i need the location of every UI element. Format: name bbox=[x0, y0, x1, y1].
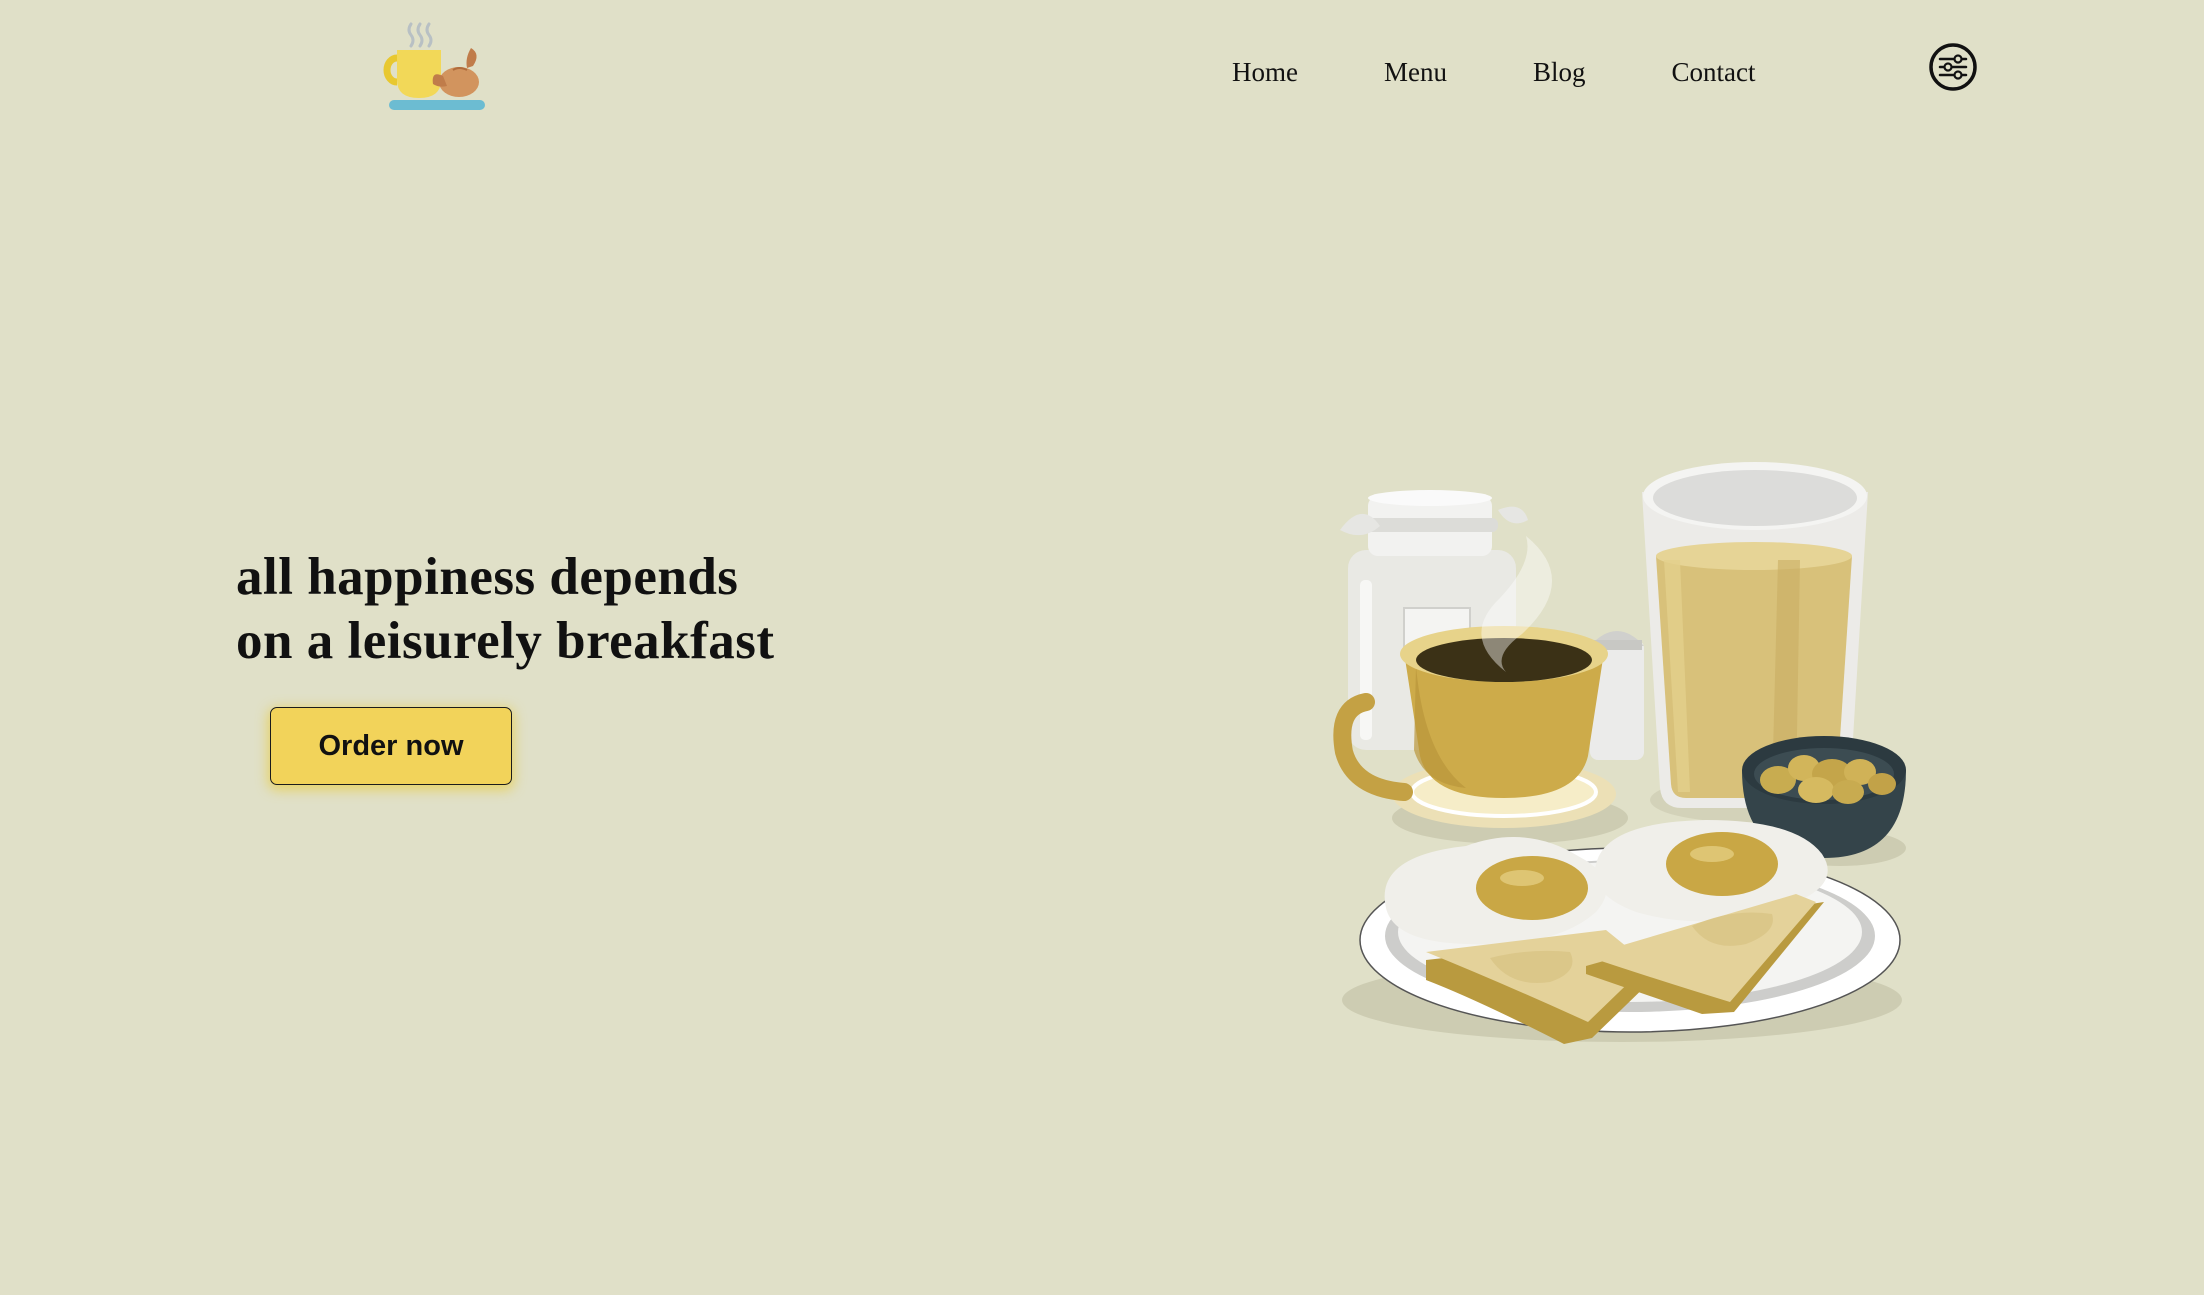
nav-home[interactable]: Home bbox=[1232, 58, 1298, 86]
coffee-croissant-logo-icon[interactable] bbox=[377, 18, 487, 118]
hero-title-line-1: all happiness depends bbox=[236, 548, 739, 606]
order-now-button[interactable]: Order now bbox=[270, 707, 512, 785]
nav-contact[interactable]: Contact bbox=[1672, 58, 1756, 86]
breakfast-illustration bbox=[1333, 462, 1906, 1044]
main-nav: Home Menu Blog Contact bbox=[1232, 52, 1755, 92]
hero-title: all happiness depends on a leisurely bre… bbox=[236, 545, 936, 673]
hero-title-line-2: on a leisurely breakfast bbox=[236, 612, 775, 670]
nav-blog[interactable]: Blog bbox=[1533, 58, 1586, 86]
sliders-settings-icon[interactable] bbox=[1928, 42, 1978, 92]
nav-menu[interactable]: Menu bbox=[1384, 58, 1447, 86]
